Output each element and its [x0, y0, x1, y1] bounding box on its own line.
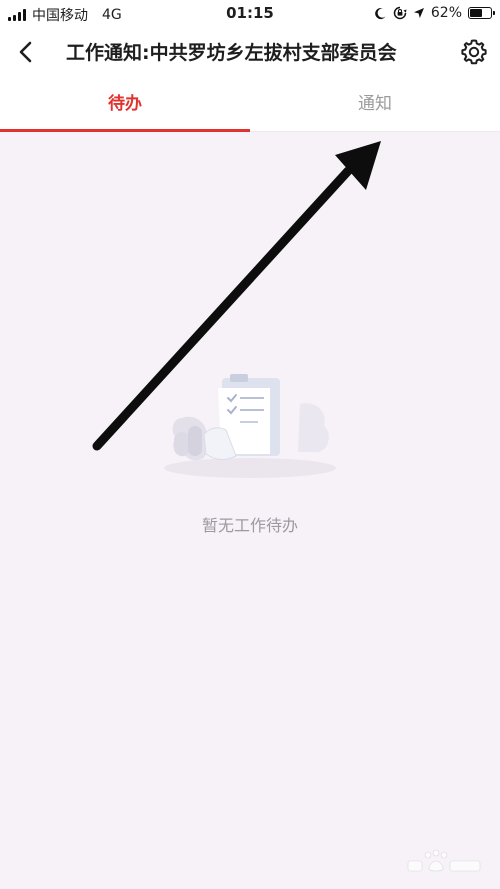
content-area: 暂无工作待办 — [0, 132, 500, 889]
status-bar: 中国移动 4G 01:15 62% — [0, 0, 500, 28]
tab-notice-label: 通知 — [358, 94, 392, 114]
tab-bar: 待办 通知 — [0, 76, 500, 132]
status-right: 62% — [374, 5, 495, 21]
page-title: 工作通知:中共罗坊乡左拔村支部委员会 — [66, 42, 397, 64]
battery-icon — [468, 7, 495, 19]
moon-icon — [375, 7, 386, 19]
battery-percent: 62% — [430, 5, 462, 21]
gear-icon — [461, 39, 487, 65]
location-icon — [413, 8, 424, 18]
tab-todo[interactable]: 待办 — [0, 76, 250, 132]
back-button[interactable] — [10, 36, 42, 68]
empty-state-text: 暂无工作待办 — [201, 516, 298, 535]
tab-todo-label: 待办 — [108, 94, 142, 114]
tab-notice[interactable]: 通知 — [250, 76, 500, 132]
clipboard-checklist-icon — [164, 374, 336, 478]
battery-fill — [470, 9, 482, 17]
baidu-watermark-icon — [407, 849, 481, 872]
nav-bar: 工作通知:中共罗坊乡左拔村支部委员会 — [0, 28, 500, 76]
chevron-left-icon — [19, 41, 32, 63]
orientation-lock-icon — [393, 6, 407, 20]
settings-button[interactable] — [458, 36, 490, 68]
